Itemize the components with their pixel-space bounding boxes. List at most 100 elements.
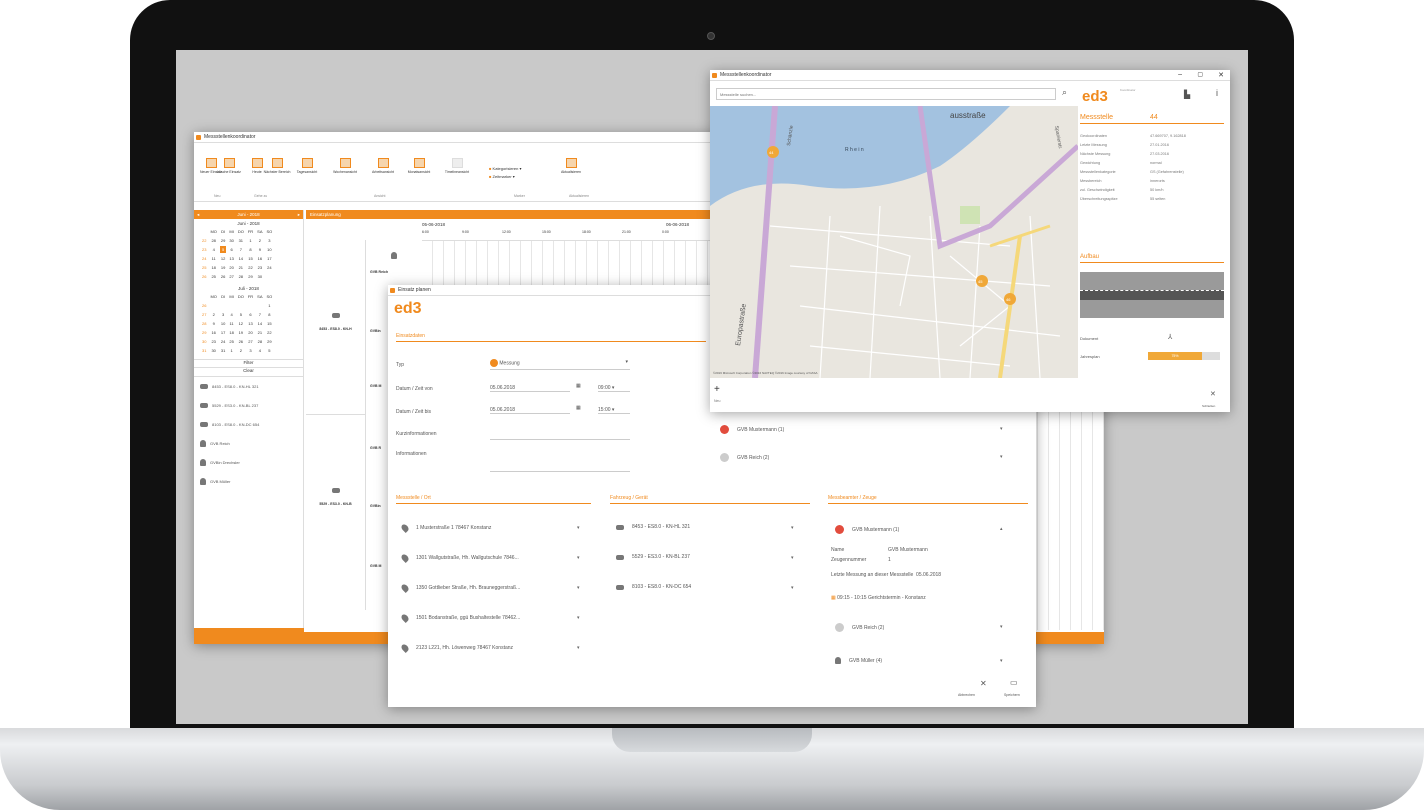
chevron-down-icon[interactable]: ▾: [1000, 454, 1003, 460]
info-icon[interactable]: i: [1216, 88, 1218, 98]
chevron-down-icon[interactable]: ▾: [577, 555, 580, 561]
list-item[interactable]: 8453 - ES8.0 - KN-HL 321: [616, 524, 690, 530]
typ-select[interactable]: Messung ▾: [490, 359, 630, 370]
close-panel-icon[interactable]: ✕: [1210, 390, 1216, 398]
next-month-icon[interactable]: ▸: [298, 210, 303, 219]
calendar-day[interactable]: [220, 302, 226, 309]
calendar-day[interactable]: 29: [266, 338, 274, 345]
chevron-down-icon[interactable]: ▾: [1000, 624, 1003, 630]
close-icon[interactable]: ✕: [1218, 70, 1224, 81]
calendar-day[interactable]: 4: [256, 347, 263, 354]
calendar-day[interactable]: 1: [228, 347, 234, 354]
map-marker-46[interactable]: 46: [1004, 293, 1016, 305]
calendar-icon[interactable]: ▦: [576, 405, 581, 411]
calendar-day[interactable]: 10: [266, 246, 274, 253]
building-icon[interactable]: ▙: [1184, 90, 1190, 99]
calendar-day[interactable]: 3: [266, 237, 274, 244]
calendar-day[interactable]: 13: [247, 320, 254, 327]
save-icon[interactable]: ▭: [1010, 678, 1018, 687]
calendar-day[interactable]: 26: [220, 273, 226, 280]
chevron-down-icon[interactable]: ▾: [791, 525, 794, 531]
list-item[interactable]: 1350 Gottlieber Straße, Hh. Brauneggerst…: [400, 583, 520, 593]
calendar-day[interactable]: 16: [209, 329, 217, 336]
prev-month-icon[interactable]: ◂: [194, 210, 199, 219]
pdf-icon[interactable]: ⅄: [1168, 333, 1172, 341]
calendar-day[interactable]: 31: [237, 237, 245, 244]
minimize-icon[interactable]: –: [1178, 70, 1182, 80]
kategorisieren-button[interactable]: ■ Kategorisieren ▾: [489, 166, 521, 171]
from-time-select[interactable]: 09:00 ▾: [598, 385, 630, 392]
calendar-day[interactable]: 15: [266, 320, 274, 327]
list-item[interactable]: 1301 Wallgutstraße, Hh. Wallgutschule 78…: [400, 553, 519, 563]
calendar-day[interactable]: [237, 302, 245, 309]
calendar-day[interactable]: 29: [247, 273, 254, 280]
to-date-input[interactable]: 05.06.2018: [490, 407, 570, 414]
calendar-day[interactable]: 31: [220, 347, 226, 354]
filter-item[interactable]: 8103 - ES8.0 - KN-DC 654: [194, 415, 303, 434]
calendar-day[interactable]: [247, 302, 254, 309]
calendar-day[interactable]: 22: [266, 329, 274, 336]
calendar-day[interactable]: 20: [228, 264, 234, 271]
calendar-day[interactable]: 19: [220, 264, 226, 271]
cancel-icon[interactable]: ✕: [980, 679, 987, 688]
chevron-down-icon[interactable]: ▾: [1000, 658, 1003, 664]
calendar-day[interactable]: 14: [237, 255, 245, 262]
assigned-person[interactable]: GVB Reich (2): [720, 453, 769, 462]
calendar-day[interactable]: 12: [237, 320, 245, 327]
ribbon-button[interactable]: Monatsansicht: [404, 158, 434, 174]
calendar-day[interactable]: 15: [247, 255, 254, 262]
calendar-day[interactable]: [256, 302, 263, 309]
calendar-day[interactable]: 25: [209, 273, 217, 280]
schedule-person-row[interactable]: GVB Reich: [368, 246, 420, 274]
calendar-day[interactable]: 29: [220, 237, 226, 244]
calendar-day[interactable]: 6: [228, 246, 234, 253]
info-input[interactable]: [490, 471, 630, 472]
list-item[interactable]: 2123 L221, Hh. Löwenweg 78467 Konstanz: [400, 643, 513, 653]
calendar-day[interactable]: 16: [256, 255, 263, 262]
ribbon-button[interactable]: Lösche Einsatz: [214, 158, 244, 174]
calendar-day[interactable]: 25: [228, 338, 234, 345]
calendar-day[interactable]: 24: [266, 264, 274, 271]
kurzinfo-input[interactable]: [490, 439, 630, 440]
calendar-icon[interactable]: ▦: [576, 383, 581, 389]
calendar-day[interactable]: [209, 302, 217, 309]
calendar-day[interactable]: 6: [247, 311, 254, 318]
calendar-day[interactable]: 9: [209, 320, 217, 327]
calendar-day[interactable]: 30: [228, 237, 234, 244]
calendar-day[interactable]: 23: [256, 264, 263, 271]
ribbon-button[interactable]: Aktualisieren: [556, 158, 586, 174]
to-time-select[interactable]: 15:00 ▾: [598, 407, 630, 414]
map-marker-45[interactable]: 45: [976, 275, 988, 287]
ribbon-button[interactable]: Wochenansicht: [330, 158, 360, 174]
chevron-down-icon[interactable]: ▾: [577, 615, 580, 621]
filter-button[interactable]: Filter: [194, 359, 303, 368]
list-item[interactable]: 1501 Bodanstraße, ggü Bushaltestelle 784…: [400, 613, 520, 623]
calendar-day[interactable]: 3: [220, 311, 226, 318]
map-marker-44[interactable]: 44: [767, 146, 779, 158]
assigned-person[interactable]: GVB Mustermann (1): [720, 425, 784, 434]
calendar-day[interactable]: 13: [228, 255, 234, 262]
calendar-day[interactable]: 27: [228, 273, 234, 280]
calendar-day[interactable]: 19: [237, 329, 245, 336]
calendar-day[interactable]: 21: [237, 264, 245, 271]
calendar-day[interactable]: 18: [209, 264, 217, 271]
calendar-day[interactable]: 1: [247, 237, 254, 244]
add-icon[interactable]: +: [714, 384, 720, 395]
chevron-down-icon[interactable]: ▾: [1000, 426, 1003, 432]
list-item[interactable]: GVB Müller (4): [835, 657, 882, 664]
calendar-day[interactable]: 9: [256, 246, 263, 253]
calendar-day[interactable]: 14: [256, 320, 263, 327]
calendar-day[interactable]: 4: [209, 246, 217, 253]
calendar-day[interactable]: 30: [256, 273, 263, 280]
calendar-day[interactable]: 26: [237, 338, 245, 345]
maximize-icon[interactable]: ▢: [1197, 70, 1203, 81]
calendar-day[interactable]: 5: [237, 311, 245, 318]
calendar-day[interactable]: 7: [237, 246, 245, 253]
calendar-day[interactable]: 30: [209, 347, 217, 354]
filter-item[interactable]: GVB Müller: [194, 472, 303, 491]
calendar-day[interactable]: 11: [228, 320, 234, 327]
calendar-day[interactable]: 11: [209, 255, 217, 262]
chevron-down-icon[interactable]: ▾: [791, 585, 794, 591]
calendar-day[interactable]: 7: [256, 311, 263, 318]
calendar-day[interactable]: [266, 273, 274, 280]
